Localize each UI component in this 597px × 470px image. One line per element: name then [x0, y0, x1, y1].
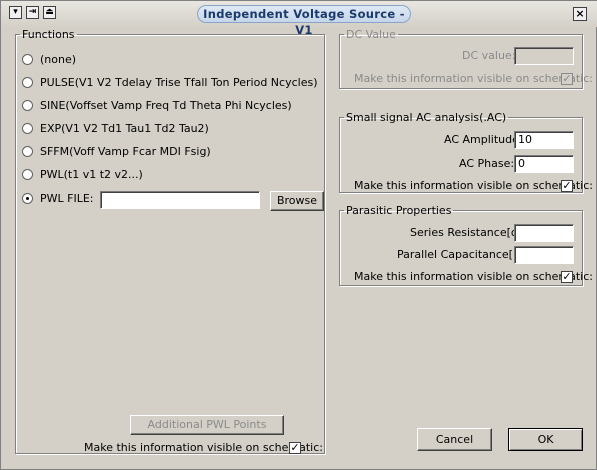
radio-pulse[interactable]: PULSE(V1 V2 Tdelay Trise Tfall Ton Perio…	[22, 74, 318, 90]
dc-value-input[interactable]	[514, 47, 574, 65]
functions-visible-checkbox[interactable]: ✓	[289, 442, 301, 454]
radio-label: EXP(V1 V2 Td1 Tau1 Td2 Tau2)	[40, 121, 209, 135]
radio-sffm[interactable]: SFFM(Voff Vamp Fcar MDI Fsig)	[22, 143, 211, 159]
radio-label: PWL(t1 v1 t2 v2...)	[40, 167, 143, 181]
minimize-icon[interactable]: ⏏	[43, 6, 56, 19]
menu-arrow-icon[interactable]: ▾	[9, 6, 22, 19]
window-title: Independent Voltage Source - V1	[197, 5, 411, 37]
radio-label: SINE(Voffset Vamp Freq Td Theta Phi Ncyc…	[40, 98, 292, 112]
radio-button[interactable]	[22, 168, 33, 180]
title-bar: ▾ ⇥ ⏏ Independent Voltage Source - V1 ×	[1, 1, 597, 37]
ac-amplitude-input[interactable]: 10	[514, 131, 574, 149]
radio-pwl[interactable]: PWL(t1 v1 t2 v2...)	[22, 166, 143, 182]
radio-button[interactable]	[22, 76, 33, 88]
dc-visible-checkbox[interactable]: ✓	[561, 73, 573, 85]
pwl-file-input[interactable]	[100, 191, 260, 209]
ok-button[interactable]: OK	[508, 428, 583, 451]
functions-legend: Functions	[22, 28, 75, 41]
ac-amplitude-label: AC Amplitude:	[444, 133, 523, 146]
ac-phase-input[interactable]: 0	[514, 155, 574, 173]
parallel-capacitance-input[interactable]	[514, 246, 574, 264]
parasitic-group: Parasitic Properties Series Resistance[o…	[339, 204, 593, 286]
dc-value-label: DC value:	[462, 49, 516, 62]
functions-visible-label: Make this information visible on schemat…	[84, 441, 323, 454]
radio-pwl-file[interactable]: PWL FILE:	[22, 190, 94, 206]
ac-phase-label: AC Phase:	[459, 157, 515, 170]
parasitic-visible-checkbox[interactable]: ✓	[561, 271, 573, 283]
dc-value-group: DC Value DC value: Make this information…	[339, 28, 593, 89]
ac-analysis-legend: Small signal AC analysis(.AC)	[346, 111, 507, 124]
radio-none[interactable]: (none)	[22, 51, 76, 67]
ac-visible-label: Make this information visible on schemat…	[354, 179, 593, 192]
dc-value-legend: DC Value	[346, 28, 396, 41]
radio-button[interactable]	[22, 99, 33, 111]
radio-button[interactable]	[22, 122, 33, 134]
radio-sine[interactable]: SINE(Voffset Vamp Freq Td Theta Phi Ncyc…	[22, 97, 292, 113]
series-resistance-label: Series Resistance[o	[410, 226, 518, 239]
radio-button[interactable]	[22, 192, 33, 204]
dialog-window: ▾ ⇥ ⏏ Independent Voltage Source - V1 × …	[0, 0, 597, 470]
browse-button[interactable]: Browse	[270, 191, 324, 211]
ac-visible-checkbox[interactable]: ✓	[561, 180, 573, 192]
close-icon[interactable]: ×	[573, 7, 587, 21]
radio-button[interactable]	[22, 53, 33, 65]
radio-exp[interactable]: EXP(V1 V2 Td1 Tau1 Td2 Tau2)	[22, 120, 209, 136]
functions-group: Functions (none) PULSE(V1 V2 Tdelay Tris…	[15, 28, 325, 454]
radio-label: (none)	[40, 52, 77, 66]
cancel-button[interactable]: Cancel	[417, 428, 492, 451]
ac-analysis-group: Small signal AC analysis(.AC) AC Amplitu…	[339, 111, 593, 193]
radio-button[interactable]	[22, 145, 33, 157]
radio-label: PULSE(V1 V2 Tdelay Trise Tfall Ton Perio…	[40, 75, 318, 89]
parallel-capacitance-label: Parallel Capacitance[F]:	[397, 248, 528, 261]
additional-pwl-points-button[interactable]: Additional PWL Points	[130, 415, 284, 435]
radio-label: SFFM(Voff Vamp Fcar MDI Fsig)	[40, 144, 211, 158]
radio-label: PWL FILE:	[40, 191, 94, 205]
series-resistance-input[interactable]	[514, 224, 574, 242]
pin-icon[interactable]: ⇥	[26, 6, 39, 19]
parasitic-visible-label: Make this information visible on schemat…	[354, 270, 593, 283]
dc-visible-label: Make this information visible on schemat…	[354, 72, 593, 85]
parasitic-legend: Parasitic Properties	[346, 204, 452, 217]
